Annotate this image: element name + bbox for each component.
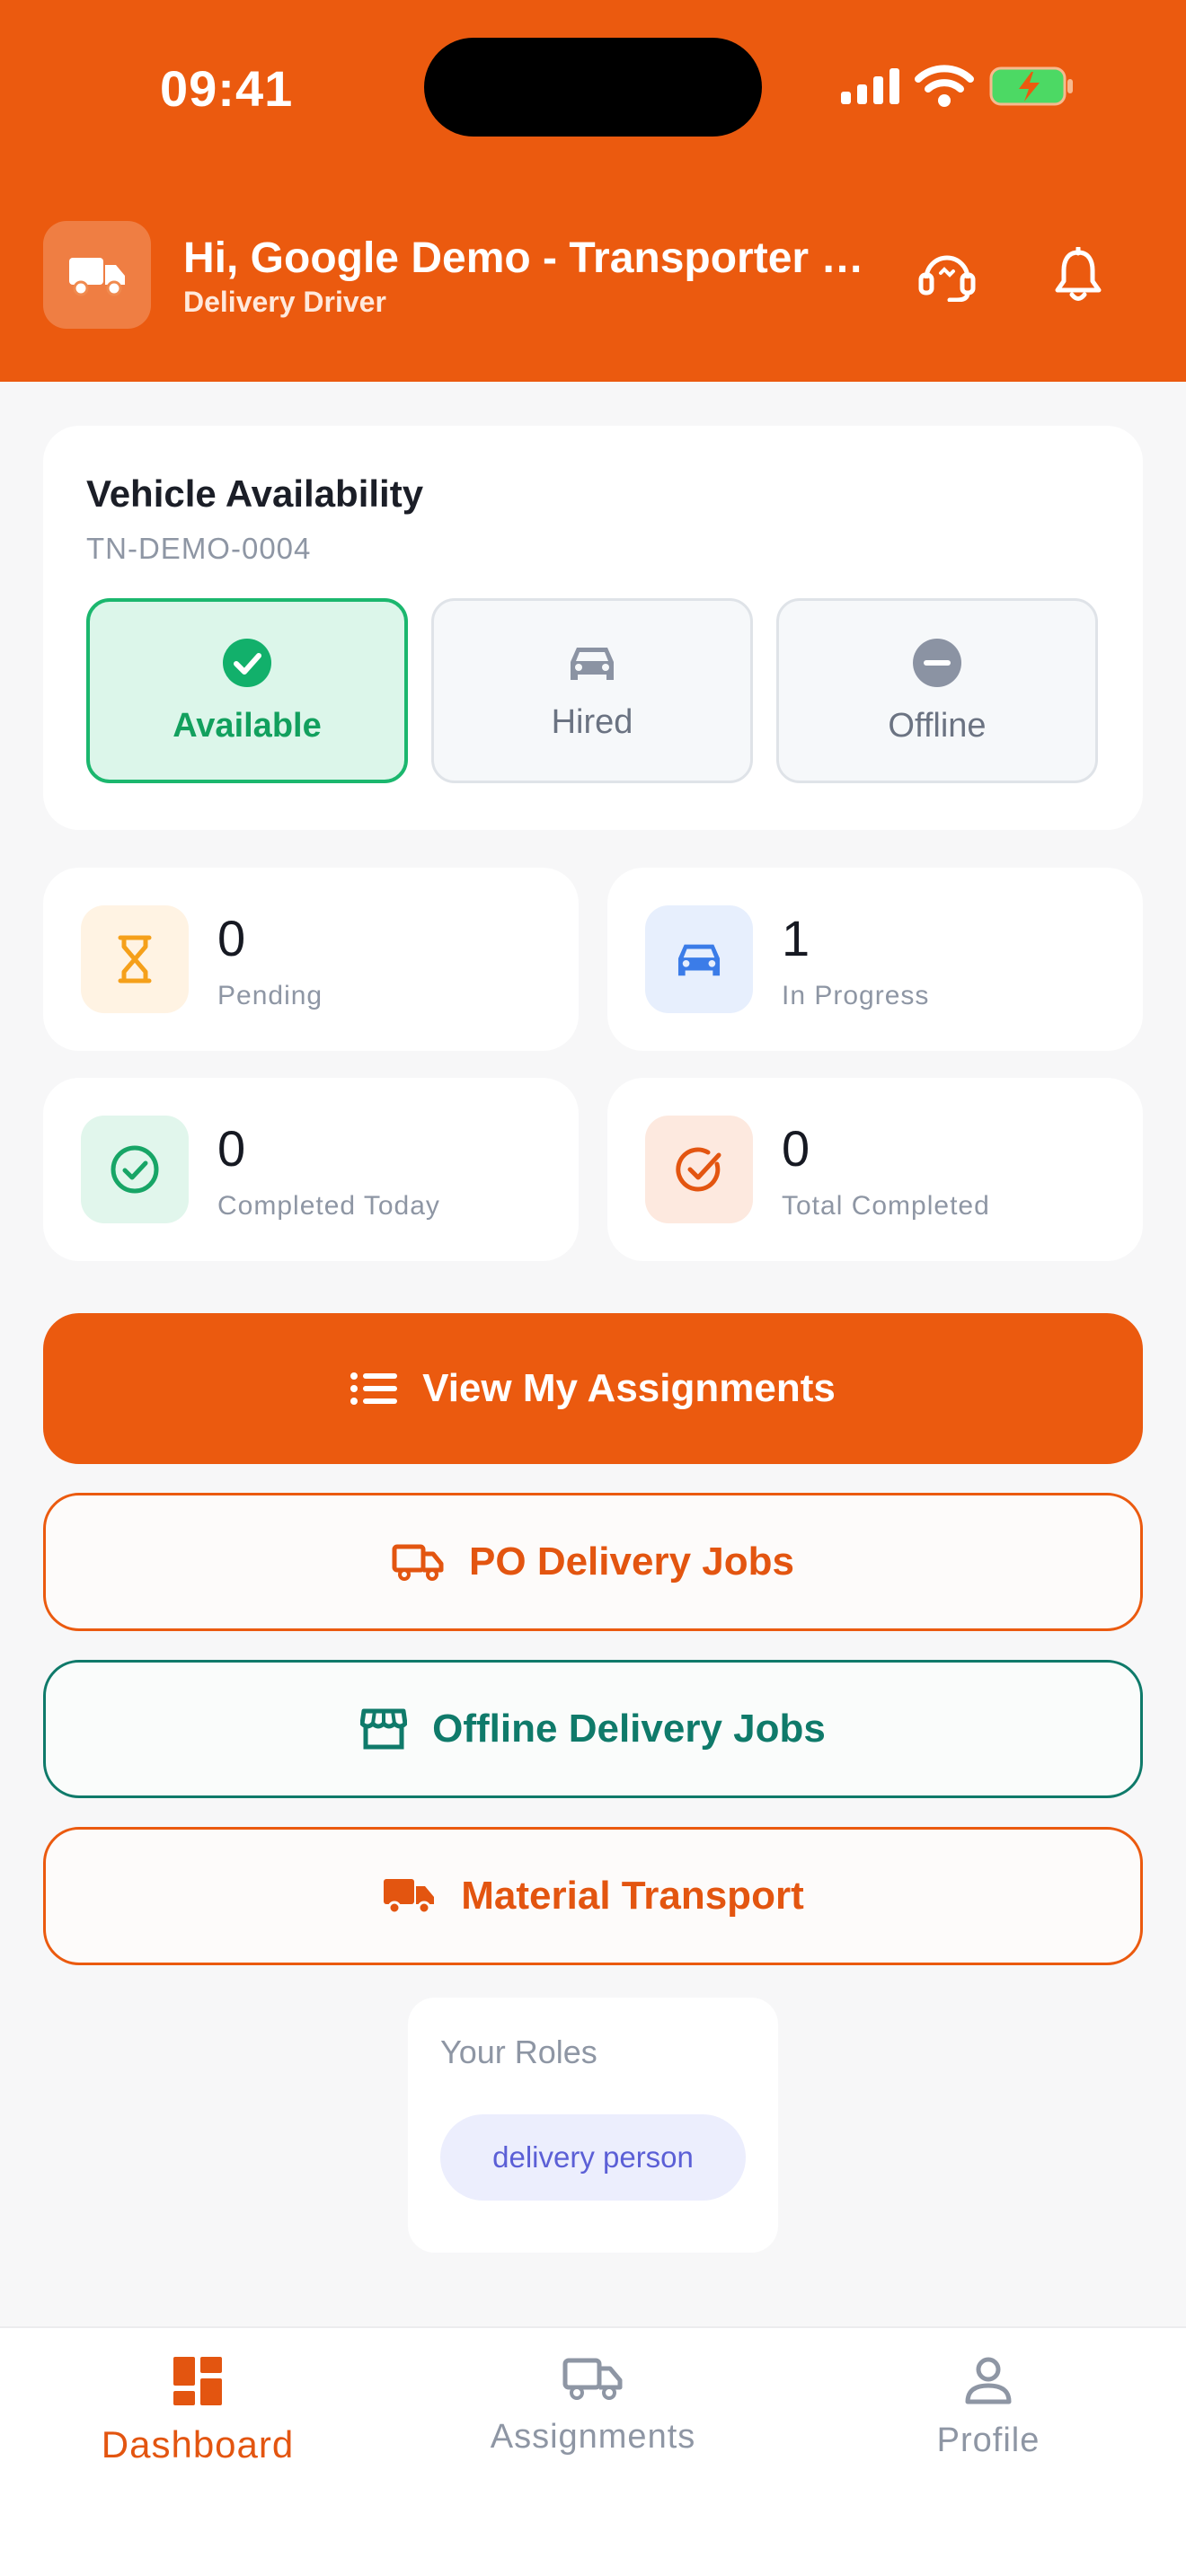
vehicle-availability-card: Vehicle Availability TN-DEMO-0004 Availa…: [43, 426, 1143, 830]
dynamic-island: [424, 38, 762, 137]
bell-icon: [1055, 247, 1102, 301]
nav-item-assignments[interactable]: Assignments: [458, 2355, 728, 2499]
availability-option-offline[interactable]: Offline: [776, 598, 1098, 783]
stat-label: In Progress: [782, 981, 930, 1010]
offline-delivery-jobs-button[interactable]: Offline Delivery Jobs: [43, 1660, 1143, 1798]
user-role: Delivery Driver: [183, 286, 386, 318]
truck-icon: [69, 258, 125, 296]
button-label: View My Assignments: [422, 1366, 836, 1410]
stat-label: Pending: [217, 981, 323, 1010]
status-time: 09:41: [160, 60, 294, 117]
stat-icon-box: [645, 905, 753, 1013]
button-label: Material Transport: [461, 1874, 804, 1918]
stat-card-total-completed: 0 Total Completed: [607, 1078, 1143, 1261]
stat-value: 1: [782, 910, 810, 966]
hourglass-icon: [118, 935, 152, 984]
button-label: Offline Delivery Jobs: [432, 1707, 826, 1751]
wifi-icon: [915, 65, 974, 107]
stat-value: 0: [782, 1120, 810, 1177]
dashboard-icon: [173, 2357, 222, 2405]
nav-label: Profile: [936, 2422, 1040, 2459]
stat-icon-box: [81, 905, 189, 1013]
nav-item-dashboard[interactable]: Dashboard: [63, 2355, 332, 2499]
option-label: Hired: [551, 702, 633, 741]
truck-icon: [562, 2358, 623, 2400]
signal-icon: [841, 68, 899, 104]
check-badge-icon: [676, 1147, 721, 1192]
po-delivery-jobs-button[interactable]: PO Delivery Jobs: [43, 1493, 1143, 1631]
truck-icon: [384, 1879, 435, 1915]
truck-icon: [392, 1544, 444, 1581]
bottom-navigation: Dashboard Assignments Profile: [0, 2326, 1186, 2576]
role-chip: delivery person: [440, 2114, 746, 2201]
nav-item-profile[interactable]: Profile: [854, 2355, 1123, 2499]
stat-label: Completed Today: [217, 1191, 440, 1221]
avatar: [43, 221, 151, 329]
stat-value: 0: [217, 910, 246, 966]
availability-option-hired[interactable]: Hired: [431, 598, 753, 783]
nav-label: Assignments: [490, 2418, 696, 2456]
stat-icon-box: [81, 1116, 189, 1223]
status-icons: [839, 65, 1075, 108]
stat-label: Total Completed: [782, 1191, 990, 1221]
roles-title: Your Roles: [440, 2033, 597, 2070]
user-icon: [965, 2357, 1012, 2404]
notifications-button[interactable]: [1046, 243, 1111, 307]
button-label: PO Delivery Jobs: [469, 1539, 794, 1584]
option-label: Offline: [888, 706, 987, 745]
car-icon: [571, 647, 614, 680]
list-icon: [350, 1372, 398, 1405]
stat-card-in-progress: 1 In Progress: [607, 868, 1143, 1051]
view-assignments-button[interactable]: View My Assignments: [43, 1313, 1143, 1464]
car-icon: [677, 944, 721, 976]
check-circle-icon: [111, 1145, 159, 1194]
app-header: 09:41 Hi, Google Demo - Transporter Name…: [0, 0, 1186, 382]
stat-icon-box: [645, 1116, 753, 1223]
vehicle-id: TN-DEMO-0004: [86, 532, 312, 565]
stat-card-pending: 0 Pending: [43, 868, 579, 1051]
store-icon: [360, 1708, 408, 1750]
roles-card: Your Roles delivery person: [408, 1998, 778, 2253]
support-button[interactable]: [915, 243, 979, 307]
minus-circle-icon: [913, 638, 961, 687]
check-circle-icon: [223, 638, 271, 687]
material-transport-button[interactable]: Material Transport: [43, 1827, 1143, 1965]
availability-title: Vehicle Availability: [86, 472, 424, 515]
headset-icon: [918, 255, 976, 302]
stat-card-completed-today: 0 Completed Today: [43, 1078, 579, 1261]
nav-label: Dashboard: [101, 2423, 295, 2466]
battery-icon: [989, 66, 1073, 106]
stat-value: 0: [217, 1120, 246, 1177]
availability-option-available[interactable]: Available: [86, 598, 408, 783]
option-label: Available: [173, 706, 322, 745]
greeting: Hi, Google Demo - Transporter Name: [183, 234, 884, 282]
